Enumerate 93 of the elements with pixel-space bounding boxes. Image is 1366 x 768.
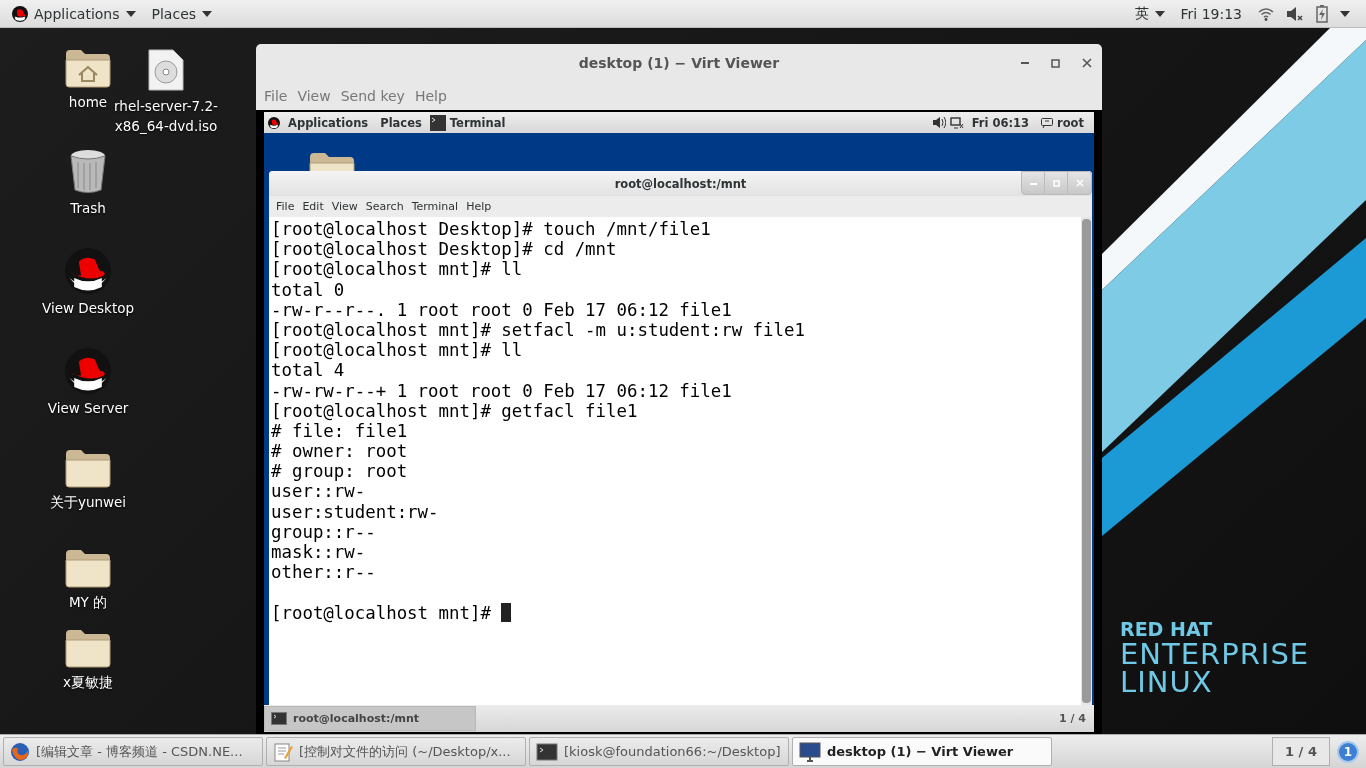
desktop-icon-label[interactable]: View Desktop xyxy=(42,298,134,318)
desktop-icon-label[interactable]: 关于yunwei xyxy=(49,492,127,512)
menu-item[interactable]: File xyxy=(260,88,292,104)
terminal-line: -rw-r--r--. 1 root root 0 Feb 17 06:12 file1 xyxy=(271,299,732,320)
terminal-line: # group: root xyxy=(271,461,408,482)
volume-icon[interactable] xyxy=(932,117,946,128)
user-icon[interactable] xyxy=(1041,117,1053,128)
terminal-line: total 4 xyxy=(271,360,345,381)
notification-badge[interactable]: 1 xyxy=(1337,740,1359,763)
desktop-icon-label[interactable]: home xyxy=(68,92,108,112)
guest-task-label[interactable]: Terminal xyxy=(449,115,506,130)
terminal-line: [root@localhost Desktop]# touch /mnt/file1 xyxy=(271,219,711,239)
terminal-title: root@localhost:/mnt xyxy=(614,176,747,191)
disc-file-icon xyxy=(147,48,185,92)
maximize-icon xyxy=(1052,179,1060,187)
input-method-menu[interactable]: 英 xyxy=(1126,0,1173,27)
terminal-line: -rw-rw-r--+ 1 root root 0 Feb 17 06:12 file1 xyxy=(271,380,732,401)
text-editor-icon xyxy=(273,741,293,762)
folder-icon xyxy=(65,548,111,588)
terminal-line: group::r-- xyxy=(271,521,376,542)
menu-item[interactable]: Help xyxy=(410,88,451,104)
terminal-icon xyxy=(271,712,287,725)
terminal-line: user::rw- xyxy=(271,481,366,502)
terminal-line: [root@localhost mnt]# getfacl file1 xyxy=(271,400,638,421)
desktop-icon-label[interactable]: View Server xyxy=(47,398,129,418)
guest-user-menu[interactable]: root xyxy=(1057,115,1090,130)
logo-text: RED HAT xyxy=(1120,618,1214,640)
applications-menu[interactable]: Applications xyxy=(4,0,144,27)
terminal-line: # file: file1 xyxy=(271,420,408,441)
close-icon xyxy=(1075,179,1084,187)
firefox-icon xyxy=(10,741,30,762)
taskbar-item[interactable]: [控制对文件的访问 (~/Desktop/x... xyxy=(266,737,526,766)
logo-text: ENTERPRISE xyxy=(1120,640,1310,668)
terminal-menu-item[interactable]: Help xyxy=(462,200,496,213)
window-title: desktop (1) − Virt Viewer xyxy=(578,55,780,71)
network-icon[interactable] xyxy=(949,116,964,129)
redhat-icon xyxy=(12,5,28,22)
redhat-icon xyxy=(268,116,280,129)
terminal-prompt: [root@localhost mnt]# xyxy=(271,602,492,623)
monitor-icon xyxy=(799,741,821,762)
caret-icon xyxy=(1154,10,1165,17)
terminal-line: [root@localhost mnt]# ll xyxy=(271,259,523,280)
terminal-menu-item[interactable]: File xyxy=(272,200,299,213)
terminal-icon xyxy=(536,742,558,761)
close-icon[interactable] xyxy=(1082,58,1092,68)
volume-muted-icon[interactable] xyxy=(1286,5,1304,22)
terminal-line: # owner: root xyxy=(271,441,408,462)
taskbar-item[interactable]: desktop (1) − Virt Viewer xyxy=(792,737,1052,766)
terminal-line: other::r-- xyxy=(271,562,376,583)
menu-item[interactable]: View xyxy=(293,88,335,104)
wifi-icon[interactable] xyxy=(1258,6,1274,21)
workspace-indicator[interactable]: 1 / 4 xyxy=(1051,712,1094,725)
desktop-icon-label[interactable]: MY 的 xyxy=(68,592,108,612)
places-menu[interactable]: Places xyxy=(143,0,221,27)
guest-menu[interactable]: Applications xyxy=(284,115,373,130)
guest-menu[interactable]: Places xyxy=(376,115,426,130)
taskbar-item[interactable]: [kiosk@foundation66:~/Desktop] xyxy=(529,737,789,766)
maximize-icon[interactable] xyxy=(1051,58,1060,68)
terminal-menu-item[interactable]: Terminal xyxy=(407,200,463,213)
trash-icon xyxy=(68,148,108,194)
logo-text: LINUX xyxy=(1120,668,1214,696)
folder-icon xyxy=(65,628,111,668)
terminal-line: [root@localhost mnt]# setfacl -m u:student:rw file1 xyxy=(271,319,805,340)
taskbar-item[interactable]: [编辑文章 - 博客频道 - CSDN.NE... xyxy=(3,737,263,766)
menu-item[interactable]: Send key xyxy=(336,88,409,104)
terminal-line: user:student:rw- xyxy=(271,501,439,522)
redhat-shadowman-icon xyxy=(65,248,111,294)
scrollbar[interactable] xyxy=(1081,217,1092,705)
minimize-icon[interactable] xyxy=(1021,61,1029,65)
terminal-line: [root@localhost Desktop]# cd /mnt xyxy=(271,239,617,260)
terminal-line: mask::rw- xyxy=(271,542,366,562)
terminal-menu-item[interactable]: View xyxy=(327,200,362,213)
folder-icon xyxy=(65,448,111,488)
home-folder-icon xyxy=(65,48,111,88)
terminal-cursor xyxy=(501,603,512,623)
desktop-icon-label[interactable]: Trash xyxy=(70,198,106,218)
terminal-line: total 0 xyxy=(271,279,345,300)
redhat-shadowman-icon xyxy=(65,348,111,394)
terminal-menu-item[interactable]: Search xyxy=(361,200,408,213)
terminal-icon xyxy=(429,114,446,131)
caret-icon xyxy=(125,10,136,17)
terminal-line: [root@localhost mnt]# ll xyxy=(271,340,523,361)
desktop-icon-label[interactable]: x夏敏捷 xyxy=(63,672,113,692)
minimize-icon xyxy=(1029,181,1037,185)
battery-icon[interactable] xyxy=(1316,4,1328,23)
caret-icon xyxy=(202,10,213,17)
guest-clock[interactable]: Fri 06:13 xyxy=(967,115,1037,130)
desktop-icon-label[interactable]: rhel-server-7.2-x86_64-dvd.iso xyxy=(111,96,221,136)
clock[interactable]: Fri 19:13 xyxy=(1172,0,1250,27)
terminal-menu-item[interactable]: Edit xyxy=(298,200,328,213)
workspace-switcher[interactable]: 1 / 4 xyxy=(1272,737,1330,766)
caret-icon xyxy=(1340,10,1350,17)
guest-taskbar-item[interactable]: root@localhost:/mnt xyxy=(264,706,476,731)
